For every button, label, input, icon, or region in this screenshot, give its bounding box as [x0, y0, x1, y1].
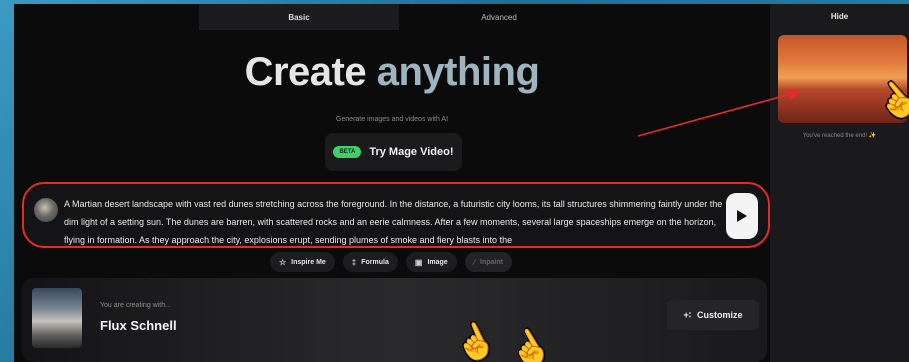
end-text: You've reached the end!: [802, 133, 868, 139]
prompt-tools: ☆ Inspire Me ‡ Formula ▣ Image ⁄ Inpaint: [270, 252, 512, 272]
model-thumbnail: [32, 288, 82, 348]
prompt-textarea[interactable]: A Martian desert landscape with vast red…: [64, 195, 724, 246]
inspire-me-label: Inspire Me: [291, 258, 326, 266]
brush-icon: ⁄: [473, 257, 476, 267]
flask-icon: ‡: [351, 257, 357, 267]
image-label: Image: [427, 258, 448, 266]
title-word-create: Create: [244, 50, 367, 94]
inspire-me-button[interactable]: ☆ Inspire Me: [270, 252, 335, 272]
model-caption: You are creating with...: [100, 302, 171, 309]
sparkle-icon: ✨: [868, 133, 877, 139]
customize-button[interactable]: +∶ Customize: [667, 300, 759, 330]
model-card[interactable]: You are creating with... Flux Schnell +∶…: [22, 278, 767, 362]
tab-basic[interactable]: Basic: [199, 4, 399, 30]
annotation-arrow: [637, 88, 802, 137]
sparkle-icon: +∶: [683, 309, 692, 320]
image-icon: ▣: [414, 257, 423, 267]
play-icon: [737, 210, 747, 222]
formula-label: Formula: [361, 258, 389, 266]
beta-badge: BETA: [333, 146, 362, 158]
prompt-input-box[interactable]: A Martian desert landscape with vast red…: [22, 182, 770, 248]
history-panel: Hide You've reached the end! ✨ ☝: [770, 4, 909, 362]
try-mage-video-button[interactable]: BETA Try Mage Video!: [325, 133, 462, 171]
try-mage-video-label: Try Mage Video!: [369, 146, 454, 158]
formula-button[interactable]: ‡ Formula: [342, 252, 398, 272]
image-button[interactable]: ▣ Image: [405, 252, 457, 272]
inpaint-label: Inpaint: [480, 258, 503, 266]
tab-advanced[interactable]: Advanced: [399, 4, 599, 30]
avatar: [34, 198, 58, 222]
generate-button[interactable]: [726, 193, 758, 239]
main-panel: Basic Advanced Create anything Generate …: [14, 4, 770, 362]
title-word-anything: anything: [376, 50, 540, 94]
mode-tabs: Basic Advanced: [199, 4, 599, 30]
lightbulb-icon: ☆: [279, 257, 287, 267]
hide-button[interactable]: Hide: [770, 12, 909, 21]
customize-label: Customize: [697, 310, 743, 320]
model-name: Flux Schnell: [100, 318, 177, 333]
inpaint-button[interactable]: ⁄ Inpaint: [464, 252, 512, 272]
